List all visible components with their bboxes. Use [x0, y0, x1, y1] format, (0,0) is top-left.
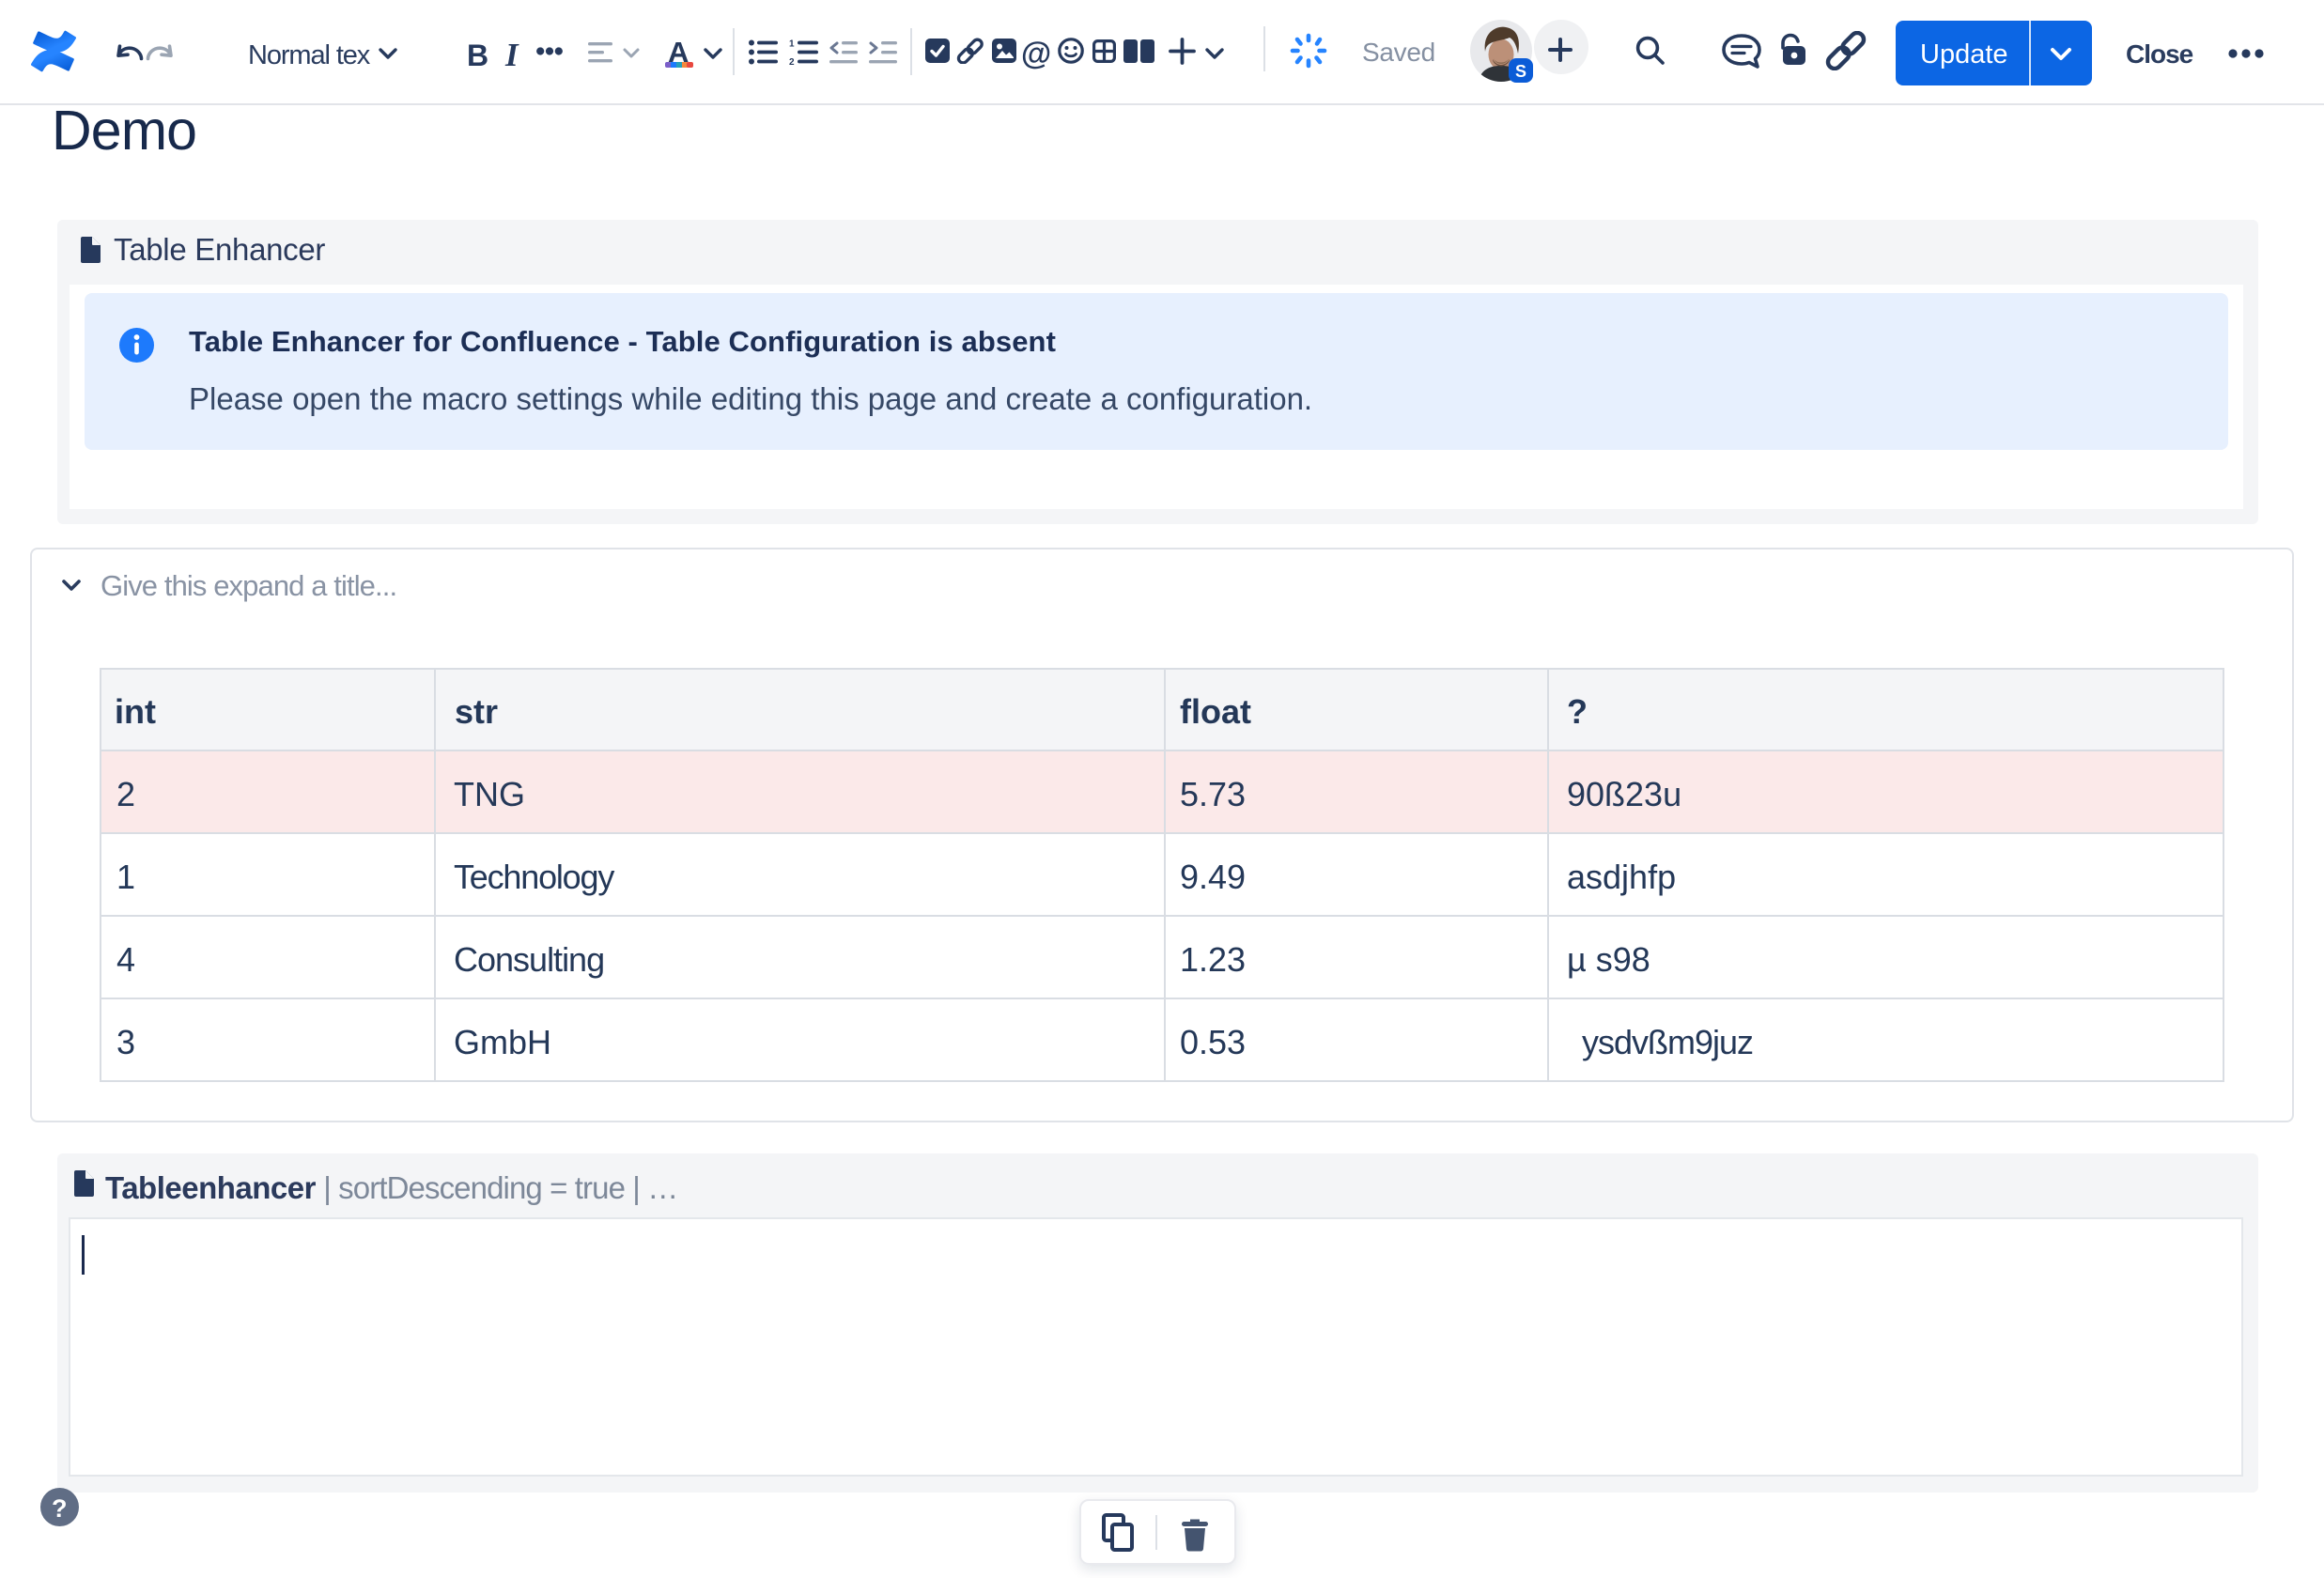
svg-text:2: 2: [789, 57, 795, 66]
svg-text:1: 1: [789, 39, 795, 50]
